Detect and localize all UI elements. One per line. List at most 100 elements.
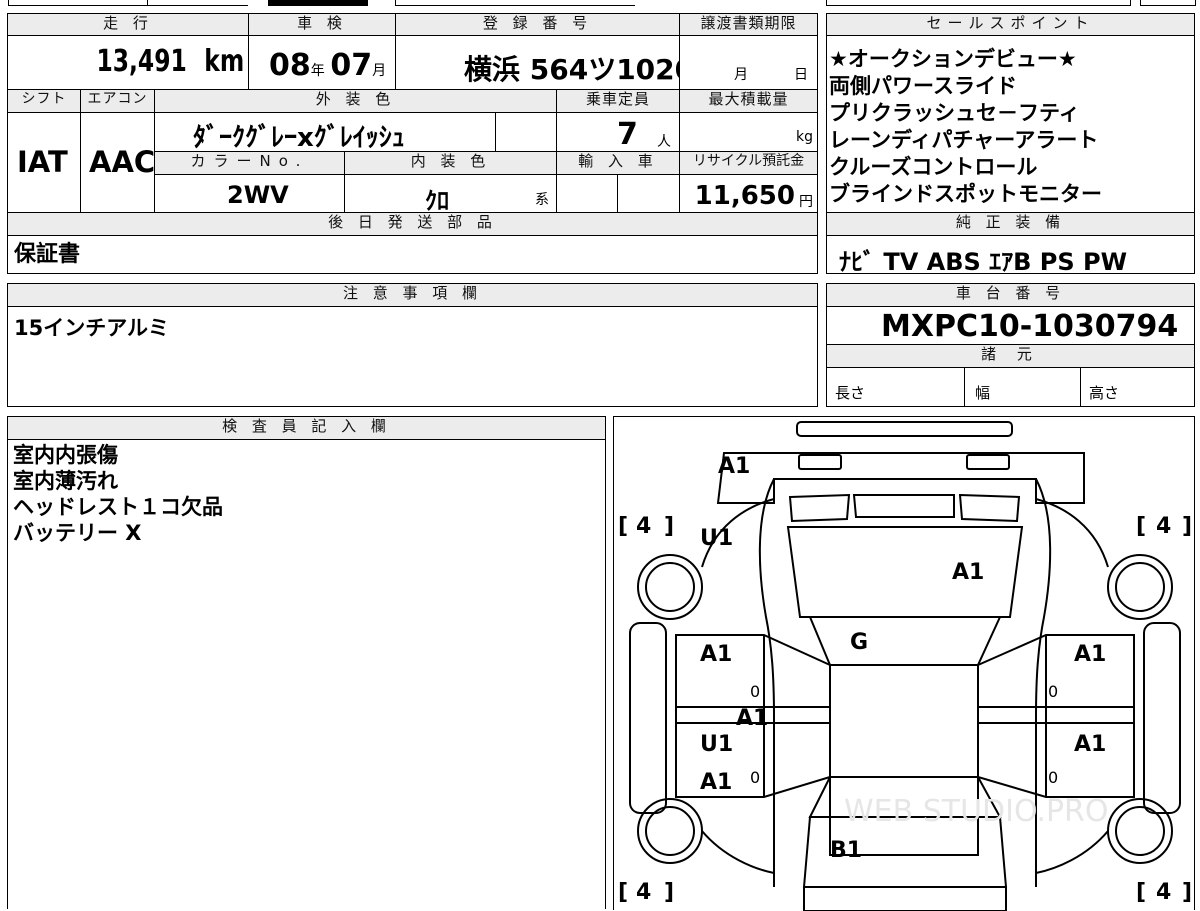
mileage-unit: km [204, 44, 244, 79]
mark-left-rear-door-lower: A1 [700, 770, 732, 795]
interior-value: ｸﾛ [425, 187, 449, 213]
watermark: WEB STUDIO.PRO [844, 794, 1109, 829]
recycle-value: 11,650 [694, 181, 795, 211]
interior-suffix: 系 [535, 192, 549, 208]
notes-cell: 15インチアルミ [7, 306, 818, 407]
sales-point: プリクラッシュセ－フティ [829, 101, 1080, 125]
tire-fr-close: ] [1182, 514, 1192, 539]
inspector-cell: 室内内張傷 室内薄汚れ ヘッドレスト１コ欠品 バッテリー X [7, 439, 606, 909]
capacity-header: 乗車定員 [556, 89, 680, 113]
transfer-month: 月 [734, 67, 748, 83]
chassis-value: MXPC10-1030794 [881, 309, 1179, 344]
regno-cell: 横浜 564ツ1020 [395, 35, 680, 90]
inspector-line: 室内内張傷 [13, 443, 118, 467]
sales-points-box: ★オークションデビュー★ 両側パワースライド プリクラッシュセ－フティ レーンデ… [826, 35, 1195, 213]
aircon-cell: AAC [80, 112, 155, 213]
import-cell-a [556, 174, 618, 213]
colorno-value: 2WV [227, 181, 289, 209]
tire-rr-open: [ [1136, 880, 1146, 905]
capacity-unit: 人 [657, 134, 671, 150]
mileage-header: 走 行 [7, 13, 249, 36]
tire-fl-close: ] [664, 514, 674, 539]
sales-point: レーンディパチャーアラート [829, 128, 1099, 152]
car-diagram: [ 4 ] [ 4 ] [ 4 ] [ 4 ] A1 U1 A1 G A1 A1… [618, 421, 1192, 911]
exterior-value: ﾀﾞｰｸｸﾞﾚｰxｸﾞﾚｲｯｼｭ [193, 123, 405, 152]
recycle-header: リサイクル預託金 [679, 151, 818, 175]
tire-rr-value: 4 [1156, 880, 1171, 905]
mark-windshield: G [850, 630, 868, 655]
sales-point: クルーズコントロール [829, 155, 1038, 179]
tire-rl-close: ] [664, 880, 674, 905]
headlight-left [788, 493, 851, 523]
equipment-header: 純 正 装 備 [826, 212, 1195, 236]
interior-header: 内 装 色 [344, 151, 557, 175]
colorno-header: カラーNo. [154, 151, 345, 175]
wheel-front-left-inner [645, 562, 695, 612]
import-cell-b [617, 174, 680, 213]
mark-left-front-door: A1 [700, 642, 732, 667]
tire-rl-value: 4 [636, 880, 651, 905]
mark-rear-gate: B1 [830, 838, 862, 863]
transfer-header: 譲渡書類期限 [679, 13, 818, 36]
tire-fr-value: 4 [1156, 514, 1171, 539]
inspection-cell: 08年 07月 [248, 35, 396, 90]
notes-header: 注 意 事 項 欄 [7, 283, 818, 307]
wheel-front-right [1107, 554, 1173, 620]
front-bar-shape [796, 421, 1013, 437]
mark-left-rear-door-upper: U1 [700, 732, 733, 757]
inspector-line: バッテリー X [13, 521, 142, 545]
exterior-extra-cell [495, 112, 557, 152]
wheel-rear-right [1107, 798, 1173, 864]
mark-front-bumper: A1 [718, 454, 750, 479]
spec-length-cell: 長さ [826, 367, 965, 407]
windshield-shape [808, 616, 1002, 666]
front-lamp-right [966, 454, 1010, 470]
sales-point: ブラインドスポットモニター [829, 182, 1102, 206]
wheel-rear-left [637, 798, 703, 864]
tire-rr-close: ] [1182, 880, 1192, 905]
mark-right-rear-door: A1 [1074, 732, 1106, 757]
tire-fl-value: 4 [636, 514, 651, 539]
sales-point: ★オークションデビュー★ [829, 47, 1077, 71]
bonnet-shape [852, 494, 955, 518]
inspection-year-unit: 年 [310, 63, 325, 79]
equipment-value: ﾅﾋﾞ TV ABS ｴｱB PS PW [839, 248, 1128, 274]
left-rear-fender-shape [701, 830, 775, 874]
spec-height-cell: 高さ [1080, 367, 1195, 407]
maxload-cell: kg [679, 112, 818, 152]
headlight-right [958, 493, 1021, 523]
later-parts-value: 保証書 [14, 242, 81, 267]
tire-fl-open: [ [618, 514, 628, 539]
chassis-header: 車 台 番 号 [826, 283, 1195, 307]
specs-header: 諸 元 [826, 344, 1195, 368]
mileage-value: 13,491 [96, 44, 188, 79]
regno-header: 登 録 番 号 [395, 13, 680, 36]
inspector-line: 室内薄汚れ [13, 469, 118, 493]
bonnet-main [786, 526, 1024, 618]
capacity-value: 7 [617, 117, 638, 152]
transfer-cell: 月 日 [679, 35, 818, 90]
inspection-month-unit: 月 [372, 63, 387, 79]
chassis-cell: MXPC10-1030794 [826, 306, 1195, 345]
inspection-month: 07 [330, 48, 373, 83]
spec-height-label: 高さ [1089, 384, 1120, 402]
exterior-cell: ﾀﾞｰｸｸﾞﾚｰxｸﾞﾚｲｯｼｭ [154, 112, 496, 152]
inspection-header: 車 検 [248, 13, 396, 36]
tire-fr-open: [ [1136, 514, 1146, 539]
later-parts-header: 後 日 発 送 部 品 [7, 212, 818, 236]
exterior-header: 外 装 色 [154, 89, 557, 113]
mileage-cell: 13,491 km [7, 35, 249, 90]
left-outer-panel [629, 622, 667, 814]
right-rear-fender-shape [1035, 830, 1109, 874]
zero-mark-right-front: 0 [1048, 682, 1058, 701]
aircon-header: エアコン [80, 89, 155, 113]
recycle-unit: 円 [799, 194, 813, 210]
import-header: 輸 入 車 [556, 151, 680, 175]
zero-mark-left-front: 0 [750, 682, 760, 701]
rear-bumper-shape [803, 886, 1007, 911]
regno-value: 横浜 564ツ1020 [464, 53, 680, 86]
mark-bonnet: A1 [952, 560, 984, 585]
transfer-day: 日 [794, 67, 808, 83]
recycle-cell: 11,650 円 [679, 174, 818, 213]
inspector-header: 検 査 員 記 入 欄 [7, 416, 606, 440]
